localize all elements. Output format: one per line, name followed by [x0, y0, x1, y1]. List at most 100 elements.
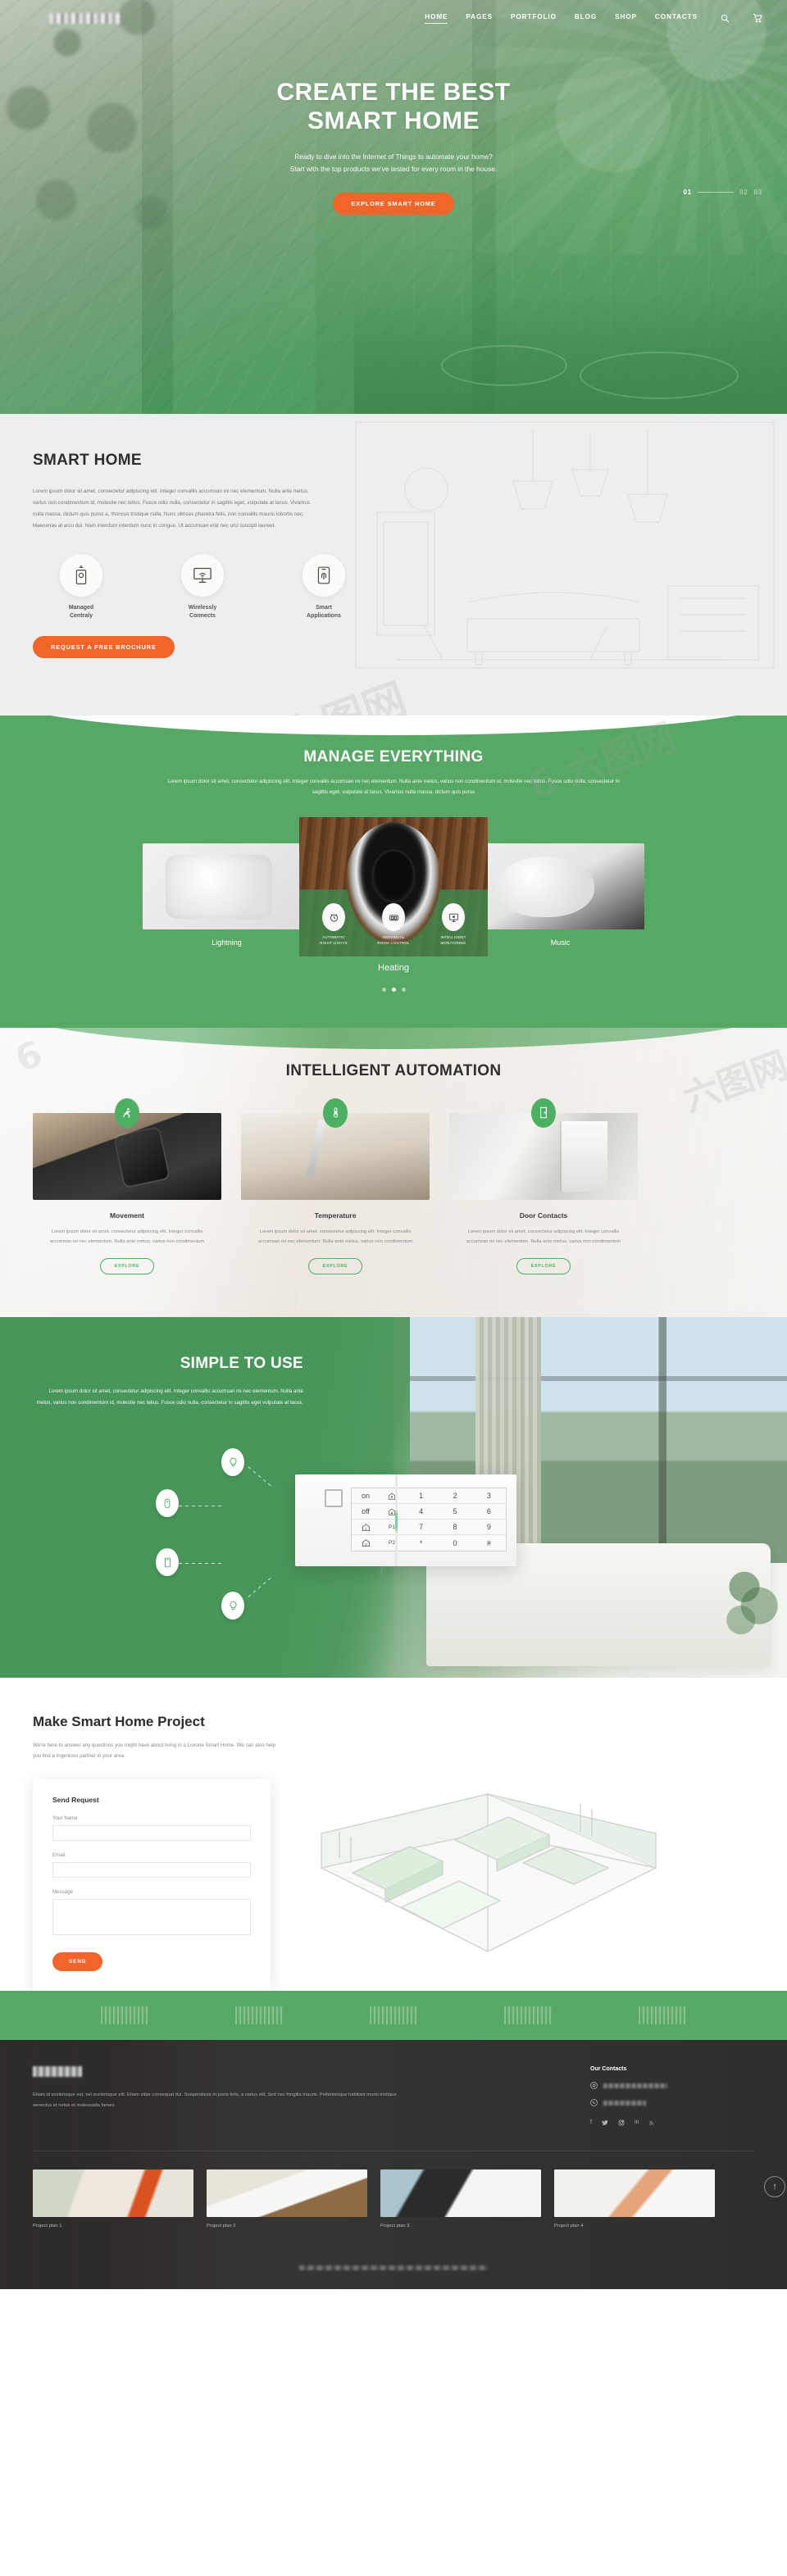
gallery-item[interactable]: Project plan 3 — [380, 2169, 541, 2228]
carousel-card-music[interactable]: Music — [476, 843, 644, 947]
keypad-key-4[interactable]: 4 — [404, 1504, 439, 1520]
automation-card-temperature: Temperature Lorem ipsum dolor sit amet, … — [241, 1097, 430, 1274]
explore-smart-home-button[interactable]: EXPLORE SMART HOME — [333, 192, 454, 215]
your-name-input[interactable] — [52, 1825, 251, 1842]
keypad-key-5[interactable]: 5 — [438, 1504, 472, 1520]
partner-logo[interactable] — [370, 2006, 417, 2025]
keypad-key-3[interactable]: 3 — [471, 1488, 506, 1504]
carousel-dot-1[interactable] — [381, 987, 386, 992]
manage-everything-section: MANAGE EVERYTHING Lorem ipsum dolor sit … — [0, 715, 787, 1028]
keypad-blank-button[interactable] — [325, 1489, 343, 1507]
partner-logo[interactable] — [504, 2006, 552, 2025]
carousel-dot-2[interactable] — [391, 987, 396, 992]
nav-item-contacts[interactable]: CONTACTS — [655, 13, 698, 24]
keypad-key-off[interactable]: off — [352, 1504, 380, 1520]
smart-home-features: Managed Centraly Wirelessly Connects Sma… — [33, 553, 754, 621]
simple-to-use-section: SIMPLE TO USE Lorem ipsum dolor sit amet… — [0, 1317, 787, 1678]
slide-indicator-02[interactable]: 02 — [739, 189, 748, 196]
house-2-icon[interactable]: 2 — [352, 1535, 380, 1551]
request-brochure-button[interactable]: REQUEST A FREE BROCHURE — [33, 635, 175, 658]
nav-item-blog[interactable]: BLOG — [575, 13, 597, 24]
explore-button-movement[interactable]: EXPLORE — [99, 1258, 155, 1274]
keypad-feet: ( ) — [380, 1567, 423, 1576]
keypad-key-0[interactable]: 0 — [438, 1535, 471, 1551]
nav-item-pages[interactable]: PAGES — [466, 13, 493, 24]
footer-about-text: Etiam id scelerisque est, vel scelerisqu… — [33, 2092, 397, 2109]
explore-button-door-contacts[interactable]: EXPLORE — [516, 1258, 571, 1274]
feature-managed-centrally[interactable]: Managed Centraly — [33, 553, 130, 621]
search-icon[interactable] — [721, 14, 730, 23]
card-title: Temperature — [314, 1211, 357, 1220]
hero-subtitle-line1: Ready to dive into the Internet of Thing… — [294, 152, 493, 161]
thermometer-icon — [323, 1097, 348, 1128]
house-up-icon[interactable] — [380, 1488, 404, 1504]
card-text: Lorem ipsum dolor sit amet, consectetur … — [49, 1229, 205, 1244]
nav-links: HOME PAGES PORTFOLIO BLOG SHOP CONTACTS — [425, 13, 762, 24]
slide-indicator-01[interactable]: 01 — [684, 189, 693, 196]
partner-logo[interactable] — [235, 2006, 283, 2025]
gallery-item[interactable]: Project plan 2 — [207, 2169, 367, 2228]
keypad-key-7[interactable]: 7 — [404, 1520, 439, 1535]
arrow-up-icon[interactable]: ↑ — [764, 2176, 785, 2198]
keypad-key-on[interactable]: on — [352, 1488, 380, 1504]
site-logo[interactable] — [49, 12, 121, 24]
contact-address-value[interactable] — [603, 2083, 667, 2088]
twitter-icon[interactable] — [602, 2119, 608, 2128]
heating-feature-intelligent-monitoring[interactable]: INTELLIGENT MONITORING — [432, 903, 475, 946]
partner-logo[interactable] — [639, 2006, 686, 2025]
running-person-icon — [115, 1097, 139, 1128]
heating-feature-individual-room-control[interactable]: INDIVIDUAL ROOM CONTROL — [372, 903, 415, 946]
mouse-node-icon[interactable] — [156, 1489, 179, 1517]
copyright-bar — [33, 2250, 754, 2289]
nav-item-portfolio[interactable]: PORTFOLIO — [511, 13, 557, 24]
heating-feature-automatic-night-lights[interactable]: AUTOMATIC NIGHT LIGHTS — [312, 903, 355, 946]
slide-indicator-03[interactable]: 03 — [754, 189, 763, 196]
partner-logo[interactable] — [101, 2006, 148, 2025]
nav-item-home[interactable]: HOME — [425, 13, 448, 24]
keypad-key-hash[interactable]: # — [472, 1535, 506, 1551]
feature-smart-applications[interactable]: Smart Applications — [275, 553, 372, 621]
nav-item-shop[interactable]: SHOP — [615, 13, 637, 24]
card-thumbnail — [476, 843, 644, 929]
monitor-wifi-icon — [181, 553, 224, 597]
keypad-key-9[interactable]: 9 — [471, 1520, 506, 1535]
carousel-dot-3[interactable] — [401, 987, 406, 992]
keypad-key-star[interactable]: * — [404, 1535, 438, 1551]
contact-phone-value[interactable] — [603, 2100, 646, 2106]
simple-body: Lorem ipsum dolor sit amet, consectetur … — [36, 1388, 303, 1406]
keypad-key-8[interactable]: 8 — [438, 1520, 472, 1535]
gallery-item[interactable]: Project plan 4 — [554, 2169, 715, 2228]
card-label: Music — [550, 938, 571, 947]
keypad-key-1[interactable]: 1 — [404, 1488, 439, 1504]
keypad-key-p2[interactable]: P2 — [380, 1535, 404, 1551]
lightbulb-node-icon-2[interactable] — [221, 1592, 244, 1620]
keypad-key-2[interactable]: 2 — [438, 1488, 472, 1504]
house-down-icon[interactable] — [380, 1504, 404, 1520]
keypad-key-p1[interactable]: P1 — [380, 1520, 404, 1535]
project-subtitle: We're here to answer any questions you m… — [33, 1742, 276, 1760]
feature-wirelessly-connects[interactable]: Wirelessly Connects — [154, 553, 251, 621]
linkedin-icon[interactable]: in — [635, 2119, 639, 2128]
page-root: HOME PAGES PORTFOLIO BLOG SHOP CONTACTS — [0, 0, 787, 2290]
rss-icon[interactable] — [648, 2119, 655, 2128]
footer-logo[interactable] — [33, 2066, 82, 2078]
lightbulb-node-icon[interactable] — [221, 1448, 244, 1476]
email-input[interactable] — [52, 1862, 251, 1879]
message-textarea[interactable] — [52, 1899, 251, 1936]
house-1-icon[interactable]: 1 — [352, 1520, 380, 1535]
carousel-card-lightning[interactable]: Lightning — [143, 843, 311, 947]
main-navigation: HOME PAGES PORTFOLIO BLOG SHOP CONTACTS — [0, 0, 787, 36]
manage-subtitle: Lorem ipsum dolor sit amet, consectetur … — [167, 778, 620, 795]
carousel-dots — [0, 987, 787, 992]
keypad-panel[interactable]: on 1 2 3 off 4 5 6 1 P1 7 8 9 2 P2 * 0 #… — [295, 1474, 516, 1576]
gallery-item[interactable]: Project plan 1 — [33, 2169, 193, 2228]
smartphone-node-icon[interactable] — [156, 1548, 179, 1576]
cart-icon[interactable] — [753, 13, 762, 23]
facebook-icon[interactable]: f — [590, 2119, 592, 2128]
send-button[interactable]: SEND — [52, 1952, 103, 1972]
instagram-icon[interactable] — [618, 2119, 625, 2128]
explore-button-temperature[interactable]: EXPLORE — [307, 1258, 363, 1274]
smart-home-container: SMART HOME Lorem ipsum dolor sit amet, c… — [33, 452, 754, 658]
keypad-key-6[interactable]: 6 — [471, 1504, 506, 1520]
carousel-card-heating[interactable]: AUTOMATIC NIGHT LIGHTS INDIVIDUAL ROOM C… — [299, 816, 488, 973]
